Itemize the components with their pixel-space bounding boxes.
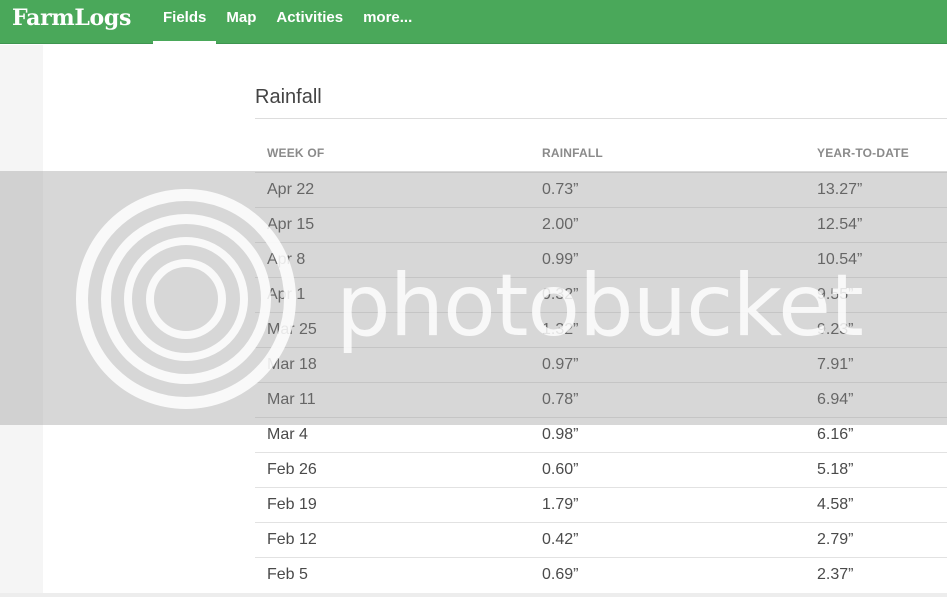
cell-rainfall: 0.78” (542, 391, 579, 408)
cell-week-of: Mar 25 (267, 321, 317, 338)
cell-year-to-date: 9.55” (817, 286, 854, 303)
cell-week-of: Feb 19 (267, 496, 317, 513)
table-row: Apr 8 0.99” 10.54” (255, 242, 947, 277)
col-header-week-of: WEEK OF (267, 146, 325, 160)
table-row: Apr 15 2.00” 12.54” (255, 207, 947, 242)
table-row: Mar 18 0.97” 7.91” (255, 347, 947, 382)
cell-week-of: Mar 11 (267, 391, 316, 408)
cell-rainfall: 0.60” (542, 461, 579, 478)
cell-year-to-date: 9.23” (817, 321, 854, 338)
cell-rainfall: 1.32” (542, 321, 579, 338)
nav-activities[interactable]: Activities (266, 0, 353, 44)
cell-week-of: Apr 1 (267, 286, 306, 303)
cell-rainfall: 0.69” (542, 566, 579, 583)
col-header-year-to-date: YEAR-TO-DATE (817, 146, 909, 160)
cell-rainfall: 0.32” (542, 286, 579, 303)
bottom-divider (0, 593, 947, 597)
left-gutter (0, 45, 43, 597)
rainfall-title: Rainfall (255, 86, 322, 108)
cell-rainfall: 0.42” (542, 531, 579, 548)
cell-year-to-date: 6.94” (817, 391, 854, 408)
nav-map[interactable]: Map (216, 0, 266, 44)
nav-fields[interactable]: Fields (153, 0, 217, 44)
cell-rainfall: 1.79” (542, 496, 579, 513)
cell-rainfall: 0.99” (542, 251, 579, 268)
table-row: Feb 26 0.60” 5.18” (255, 452, 947, 487)
farmlogs-logo[interactable]: FarmLogs (12, 5, 131, 31)
cell-rainfall: 0.73” (542, 181, 579, 198)
table-row: Apr 1 0.32” 9.55” (255, 277, 947, 312)
table-row: Mar 25 1.32” 9.23” (255, 312, 947, 347)
table-row: Mar 4 0.98” 6.16” (255, 417, 947, 452)
cell-year-to-date: 13.27” (817, 181, 863, 198)
col-header-rainfall: RAINFALL (542, 146, 603, 160)
cell-year-to-date: 12.54” (817, 216, 863, 233)
title-divider (255, 118, 947, 119)
table-row: Mar 11 0.78” 6.94” (255, 382, 947, 417)
cell-week-of: Apr 8 (267, 251, 306, 268)
main-nav: Fields Map Activities more... (153, 0, 422, 44)
top-nav-bar: FarmLogs Fields Map Activities more... (0, 0, 947, 44)
rainfall-table: WEEK OF RAINFALL YEAR-TO-DATE Apr 22 0.73… (255, 135, 947, 592)
cell-week-of: Apr 15 (267, 216, 315, 233)
cell-week-of: Apr 22 (267, 181, 315, 198)
table-row: Feb 19 1.79” 4.58” (255, 487, 947, 522)
table-row: Feb 5 0.69” 2.37” (255, 557, 947, 592)
cell-year-to-date: 2.79” (817, 531, 854, 548)
cell-year-to-date: 7.91” (817, 356, 854, 373)
cell-rainfall: 0.97” (542, 356, 579, 373)
cell-week-of: Feb 5 (267, 566, 308, 583)
table-row: Feb 12 0.42” 2.79” (255, 522, 947, 557)
cell-year-to-date: 10.54” (817, 251, 863, 268)
table-row: Apr 22 0.73” 13.27” (255, 172, 947, 207)
cell-week-of: Mar 18 (267, 356, 317, 373)
cell-week-of: Feb 12 (267, 531, 317, 548)
cell-year-to-date: 5.18” (817, 461, 854, 478)
cell-rainfall: 2.00” (542, 216, 579, 233)
cell-year-to-date: 6.16” (817, 426, 854, 443)
cell-week-of: Mar 4 (267, 426, 308, 443)
cell-year-to-date: 2.37” (817, 566, 854, 583)
cell-year-to-date: 4.58” (817, 496, 854, 513)
table-body: Apr 22 0.73” 13.27” Apr 15 2.00” 12.54” Apr 8 0… (255, 172, 947, 592)
cell-rainfall: 0.98” (542, 426, 579, 443)
nav-more[interactable]: more... (353, 0, 422, 44)
cell-week-of: Feb 26 (267, 461, 317, 478)
table-header: WEEK OF RAINFALL YEAR-TO-DATE (255, 135, 947, 172)
